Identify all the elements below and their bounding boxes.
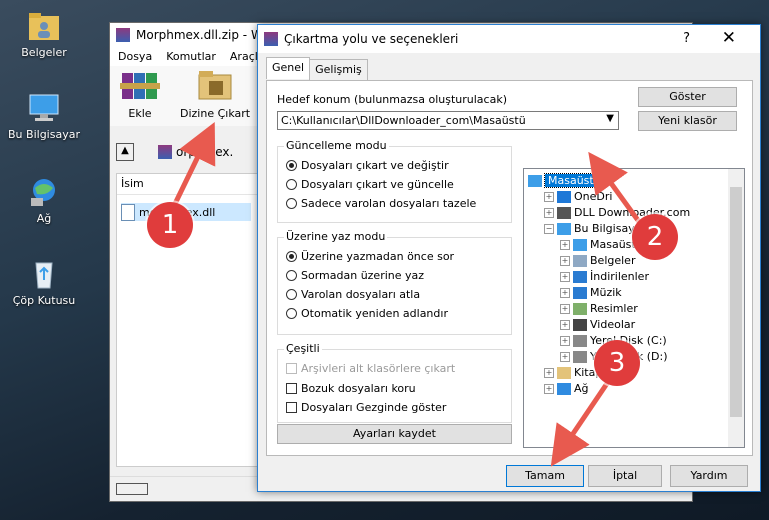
tab-genel[interactable]: Genel bbox=[266, 57, 311, 79]
annotation-arrow-3 bbox=[550, 380, 611, 467]
annotation-arrow-1 bbox=[169, 122, 216, 212]
annotation-badge-2: 2 bbox=[632, 214, 678, 260]
annotation-badge-1: 1 bbox=[147, 202, 193, 248]
annotation-arrows bbox=[169, 122, 648, 467]
annotation-badge-3: 3 bbox=[594, 340, 640, 386]
